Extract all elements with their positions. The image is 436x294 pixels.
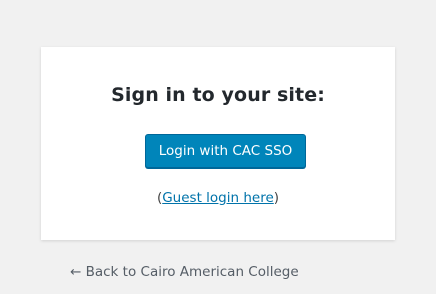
login-card: Sign in to your site: Login with CAC SSO…	[41, 47, 395, 240]
guest-login-line: (Guest login here)	[41, 190, 395, 206]
back-to-site-link[interactable]: ← Back to Cairo American College	[70, 264, 299, 280]
login-sso-button[interactable]: Login with CAC SSO	[145, 134, 306, 168]
guest-close-paren: )	[273, 190, 280, 206]
login-heading: Sign in to your site:	[111, 84, 325, 106]
guest-login-link[interactable]: Guest login here	[162, 190, 274, 206]
